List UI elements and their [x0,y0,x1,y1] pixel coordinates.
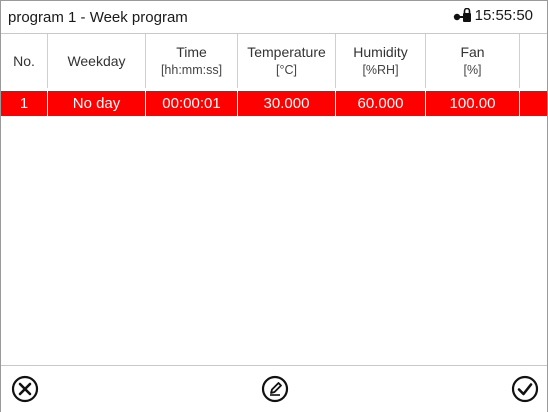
page-title: program 1 - Week program [8,9,188,26]
cell-temperature[interactable]: 30.000 [238,91,336,116]
cell-humidity[interactable]: 60.000 [336,91,426,116]
table-row[interactable]: 1 No day 00:00:01 30.000 60.000 100.00 [1,91,547,116]
column-header-weekday: Weekday [48,34,146,88]
footer-bar [1,365,547,412]
confirm-button[interactable] [510,374,540,404]
clock-time: 15:55:50 [474,7,533,24]
cell-weekday[interactable]: No day [48,91,146,116]
check-circle-icon [511,375,539,403]
column-header-temperature: Temperature [°C] [238,34,336,88]
column-header-humidity: Humidity [%RH] [336,34,426,88]
cell-time[interactable]: 00:00:01 [146,91,238,116]
lock-key-icon [453,7,471,22]
cancel-button[interactable] [10,374,40,404]
table-header: No. Weekday Time [hh:mm:ss] Temperature … [1,34,547,88]
status-clock: 15:55:50 [452,7,533,24]
cell-no[interactable]: 1 [1,91,48,116]
cell-fan[interactable]: 100.00 [426,91,520,116]
pencil-circle-icon [261,375,289,403]
edit-button[interactable] [260,374,290,404]
column-header-fan: Fan [%] [426,34,520,88]
title-bar: program 1 - Week program 15:55:50 [1,1,547,34]
close-circle-icon [11,375,39,403]
column-header-time: Time [hh:mm:ss] [146,34,238,88]
column-header-no: No. [1,34,48,88]
program-screen: program 1 - Week program 15:55:50 No. We… [0,0,548,412]
